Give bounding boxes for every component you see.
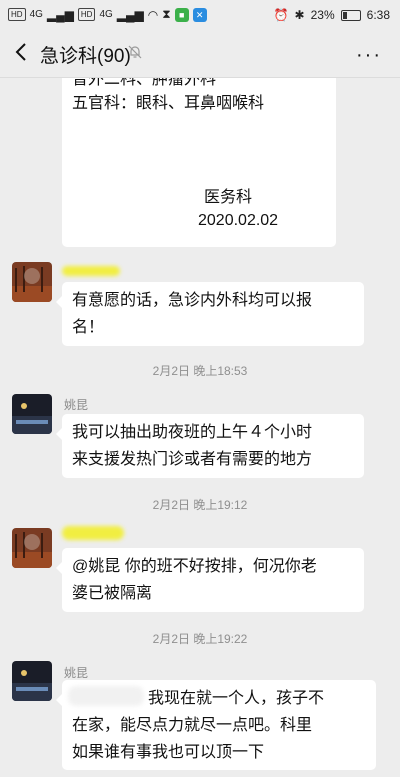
redacted-mention: [68, 686, 144, 706]
message-bubble[interactable]: 我现在就一个人，孩子不 在家，能尽点力就尽一点吧。科里 如果谁有事我也可以顶一下: [56, 680, 376, 770]
message-text-line: 我可以抽出助夜班的上午４个小时: [72, 424, 313, 441]
status-left: HD 4G ▂▄▆ HD 4G ▂▄▆ ◠ ⧗ ■ ✕: [8, 7, 207, 22]
back-arrow-icon[interactable]: [10, 40, 34, 64]
signal-bars-icon-2: ▂▄▆: [116, 7, 144, 22]
avatar[interactable]: [12, 394, 52, 434]
battery-percent: 23%: [310, 8, 335, 22]
signal-bars-icon: ▂▄▆: [46, 7, 74, 22]
message-text-line: @姚昆 你的班不好按排，何况你老: [72, 558, 317, 575]
status-bar: HD 4G ▂▄▆ HD 4G ▂▄▆ ◠ ⧗ ■ ✕ ⏰ ✱ 23% 6:38: [0, 0, 400, 30]
timestamp: 2月2日 晚上19:12: [152, 498, 248, 512]
chat-title: 急诊科(90): [40, 46, 131, 67]
battery-icon: [340, 9, 361, 21]
timestamp: 2月2日 晚上19:22: [152, 632, 248, 646]
alarm-icon: ⏰: [273, 8, 289, 22]
chat-message-list[interactable]: 普外二科、肿瘤外科 五官科：眼科、耳鼻咽喉科 医务科 2020.02.02 有意…: [0, 78, 400, 777]
redacted-sender-name: [62, 266, 120, 276]
message-text-line: 如果谁有事我也可以顶一下: [72, 744, 265, 761]
message-text-line: 有意愿的话，急诊内外科均可以报: [72, 292, 313, 309]
more-options-button[interactable]: ···: [356, 44, 382, 67]
notice-message-bubble[interactable]: 普外二科、肿瘤外科 五官科：眼科、耳鼻咽喉科 医务科 2020.02.02: [62, 78, 336, 247]
signal-4g-1: 4G: [29, 9, 43, 20]
message-bubble[interactable]: @姚昆 你的班不好按排，何况你老 婆已被隔离: [56, 548, 364, 612]
avatar[interactable]: [12, 262, 52, 302]
redacted-sender-name: [62, 526, 124, 540]
app-notification-icon-2: ✕: [192, 7, 207, 22]
message-bubble[interactable]: 我可以抽出助夜班的上午４个小时 来支援发热门诊或者有需要的地方: [56, 414, 364, 478]
avatar[interactable]: [12, 661, 52, 701]
message-text-line: 来支援发热门诊或者有需要的地方: [72, 451, 313, 468]
status-right: ⏰ ✱ 23% 6:38: [274, 8, 390, 22]
hd-badge-2: HD: [77, 8, 96, 21]
app-notification-icon: ■: [174, 7, 189, 22]
signal-4g-2: 4G: [99, 9, 113, 20]
message-text-line: 在家，能尽点力就尽一点吧。科里: [72, 717, 313, 734]
hd-badge: HD: [8, 8, 26, 21]
timestamp: 2月2日 晚上18:53: [152, 364, 248, 378]
message-text-line: 名！: [72, 319, 105, 336]
message-text-line: 婆已被隔离: [72, 585, 153, 602]
notice-date: 2020.02.02: [198, 212, 279, 229]
chat-header: 急诊科(90) ···: [0, 30, 400, 78]
message-bubble[interactable]: 有意愿的话，急诊内外科均可以报 名！: [56, 282, 364, 346]
clock-time: 6:38: [366, 8, 390, 22]
mute-bell-icon: [128, 45, 142, 59]
notice-line-2: 五官科：眼科、耳鼻咽喉科: [72, 95, 265, 112]
wifi-icon: ◠: [147, 7, 159, 22]
sender-name: 姚昆: [64, 666, 89, 680]
bluetooth-icon: ✱: [294, 8, 305, 22]
hourglass-icon: ⧗: [162, 7, 171, 21]
avatar[interactable]: [12, 528, 52, 568]
sender-name: 姚昆: [64, 398, 89, 412]
